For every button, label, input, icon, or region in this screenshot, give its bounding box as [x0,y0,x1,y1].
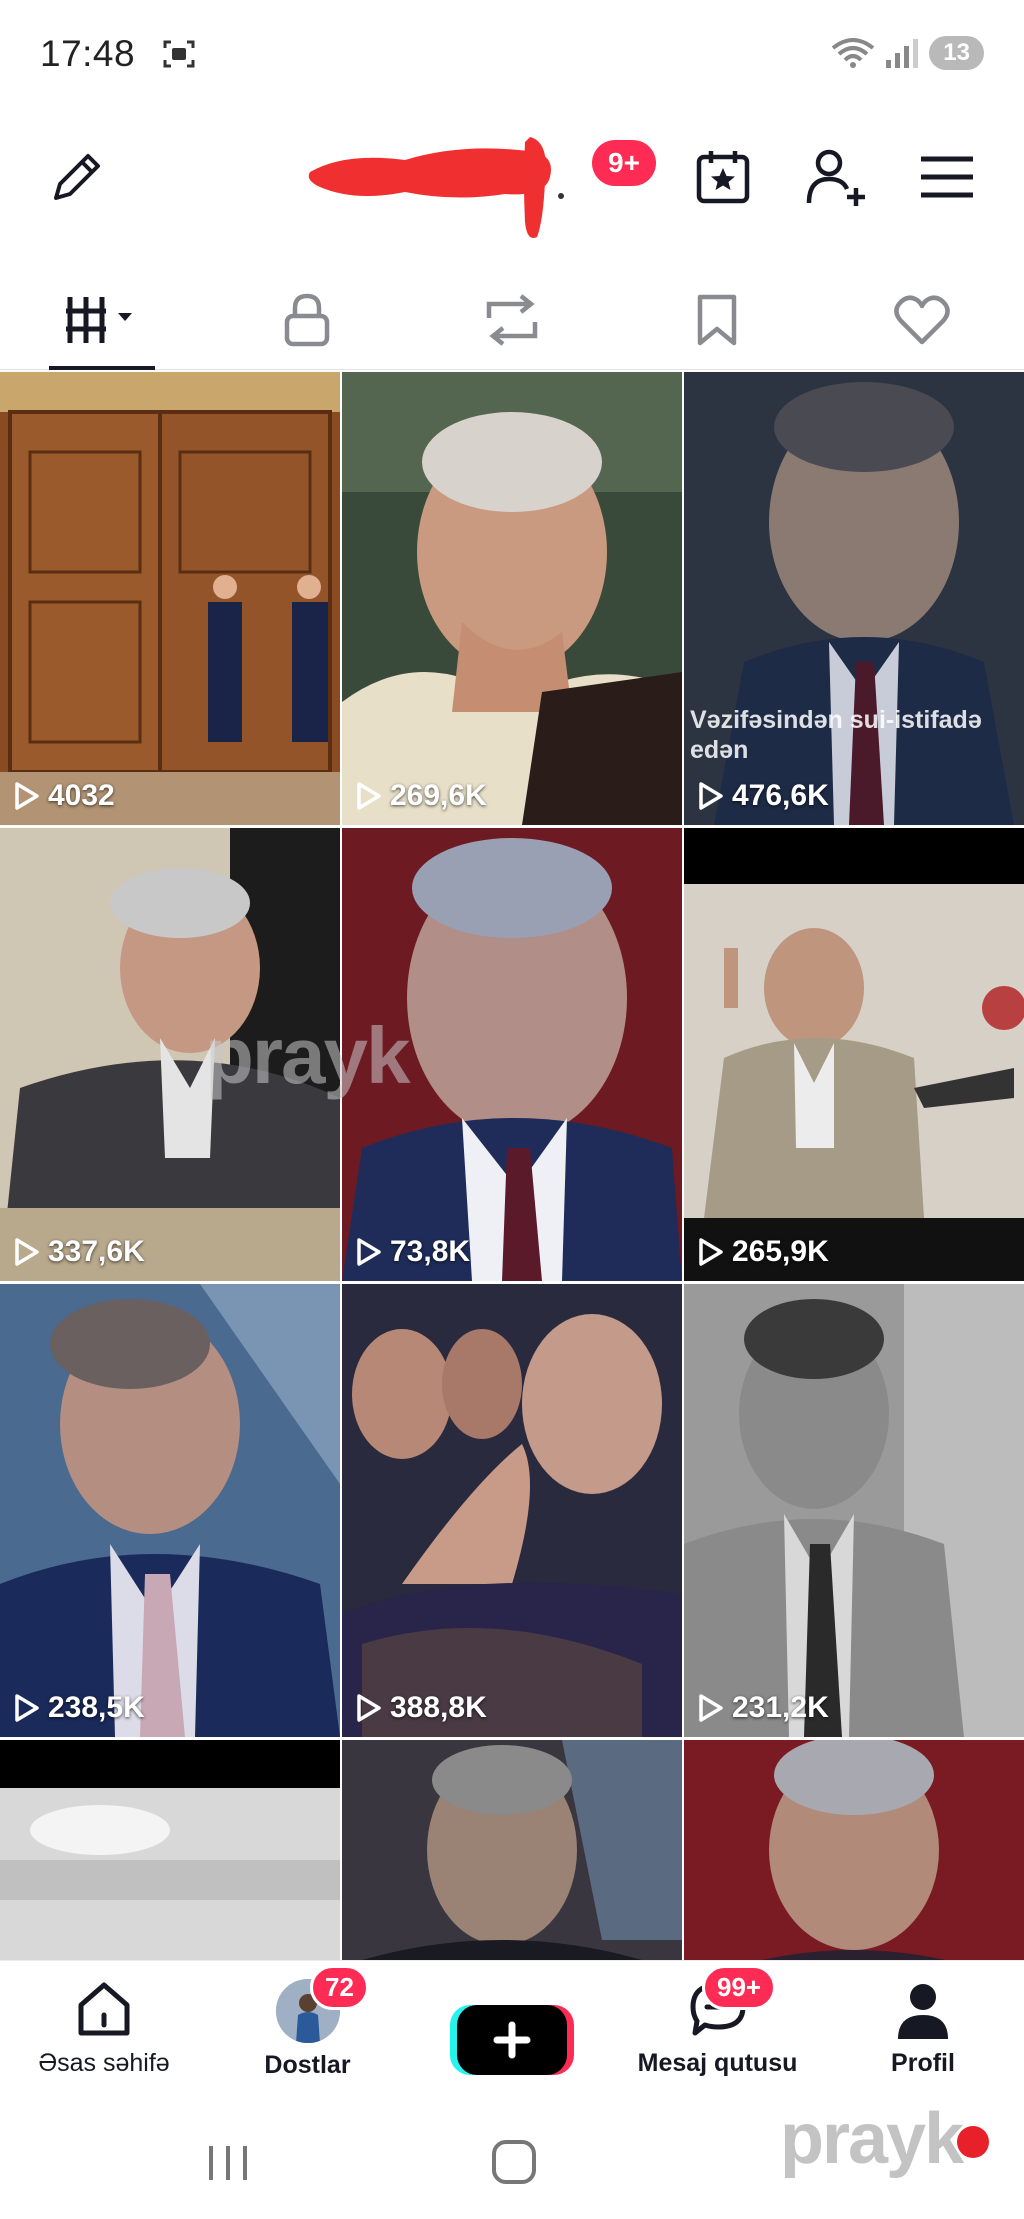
status-icons: 13 [831,36,984,70]
view-count: 476,6K [698,779,829,813]
play-icon [357,1238,381,1266]
video-tile[interactable]: 4032 [0,372,340,825]
video-tile[interactable] [0,1740,340,1960]
play-icon [15,1694,39,1722]
play-icon [357,782,381,810]
nav-friends[interactable]: Dostlar 72 [240,1965,375,2080]
edit-pencil-icon[interactable] [42,142,112,212]
video-tile[interactable]: Vəzifəsindən sui-istifadə edən 476,6K [684,372,1024,825]
profile-tabs [0,270,1024,370]
nav-home-label: Əsas səhifə [38,2049,170,2077]
profile-icon [898,1984,948,2039]
video-thumbnail [684,828,1024,1281]
video-tile[interactable]: 269,6K [342,372,682,825]
video-caption: Vəzifəsindən sui-istifadə edən [690,706,982,764]
view-count: 265,9K [698,1235,829,1269]
nav-inbox-label: Mesaj qutusu [637,2049,798,2077]
nav-profile[interactable]: Profil [858,1979,988,2078]
friends-badge: 72 [310,1965,369,2010]
home-icon [78,1982,130,2036]
tab-favorites[interactable] [614,270,819,369]
video-tile[interactable]: 388,8K [342,1284,682,1737]
video-tile[interactable]: 265,9K [684,828,1024,1281]
view-count: 388,8K [356,1691,487,1725]
inbox-badge: 99+ [702,1965,777,2010]
video-grid: 4032 269,6K Vəzifəsindən sui-istifadə ed… [0,372,1024,1960]
watermark: prayk [205,1011,410,1100]
bottom-nav: Əsas səhifə Dostlar 72 Mesaj qutusu 99+ [0,1960,1024,2106]
play-icon [699,1238,723,1266]
watermark-corner: prayk [780,2099,964,2179]
nav-friends-label: Dostlar [264,2051,351,2079]
repost-icon [486,293,538,346]
video-thumbnail [684,1740,1024,1960]
view-count: 269,6K [356,779,487,813]
add-friend-icon[interactable] [800,142,870,212]
bookmark-icon [697,294,737,345]
play-icon [699,782,723,810]
view-count: 337,6K [14,1235,145,1269]
signal-icon [886,39,919,68]
view-count: 231,2K [698,1691,829,1725]
profile-header: 9+ [0,112,1024,272]
grid-icon [66,296,133,343]
video-thumbnail [684,1284,1024,1737]
play-icon [357,1694,381,1722]
nav-inbox[interactable]: Mesaj qutusu 99+ [620,1965,815,2078]
lock-icon [284,293,330,346]
recent-apps-icon[interactable] [205,2144,251,2182]
nav-home[interactable]: Əsas səhifə [24,1979,184,2078]
video-tile[interactable]: 231,2K [684,1284,1024,1737]
view-count: 238,5K [14,1691,145,1725]
video-tile[interactable] [684,1740,1024,1960]
tab-videos[interactable] [0,270,205,369]
video-tile[interactable] [342,1740,682,1960]
play-icon [699,1694,723,1722]
notification-badge: 9+ [592,140,656,186]
play-icon [15,1238,39,1266]
tab-private[interactable] [205,270,410,369]
play-icon [15,782,39,810]
system-nav-bar: prayk [0,2099,1024,2219]
view-count: 4032 [14,779,115,813]
status-bar: 17:48 13 [0,0,1024,108]
heart-icon [893,295,950,344]
video-thumbnail [342,1740,682,1960]
video-tile[interactable]: 238,5K [0,1284,340,1737]
video-thumbnail [342,372,682,825]
view-count: 73,8K [356,1235,470,1269]
username-redacted[interactable] [305,132,567,242]
tab-liked[interactable] [819,270,1024,369]
video-thumbnail [0,372,340,825]
menu-icon[interactable] [912,142,982,212]
home-button-icon[interactable] [490,2138,538,2186]
wifi-icon [832,38,875,68]
video-thumbnail [0,1740,340,1960]
tab-reposts[interactable] [410,270,615,369]
video-thumbnail [0,1284,340,1737]
status-time: 17:48 [40,33,136,74]
create-button[interactable] [450,2001,574,2079]
calendar-star-icon[interactable] [688,142,758,212]
nav-profile-label: Profil [891,2049,955,2077]
battery-icon: 13 [929,36,984,70]
video-thumbnail [342,1284,682,1737]
watermark-dot-icon [957,2126,989,2158]
screenshot-icon [163,40,195,68]
